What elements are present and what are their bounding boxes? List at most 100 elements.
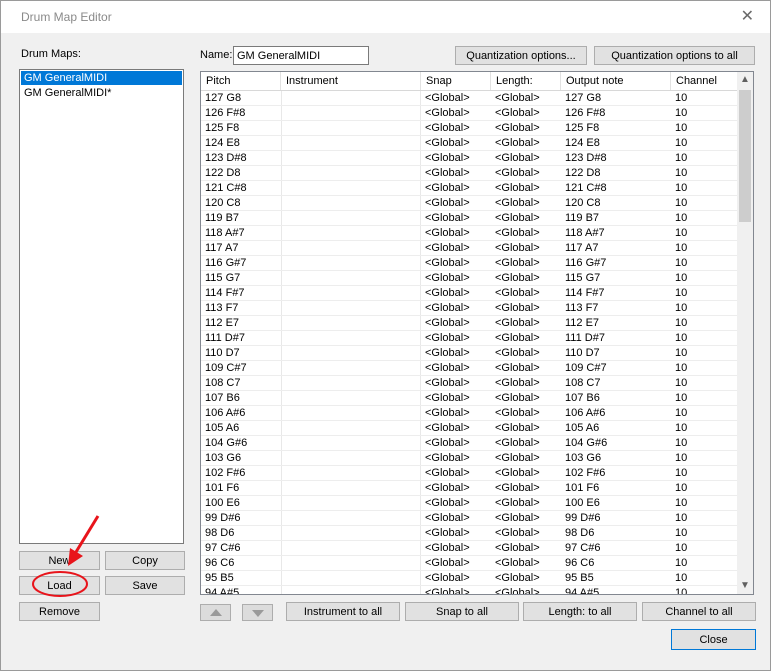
cell-instrument[interactable] bbox=[281, 196, 421, 210]
cell-instrument[interactable] bbox=[281, 331, 421, 345]
cell-instrument[interactable] bbox=[281, 556, 421, 570]
table-row[interactable]: 124 E8 <Global> <Global> 124 E8 10 bbox=[201, 136, 737, 151]
cell-pitch[interactable]: 94 A#5 bbox=[201, 586, 281, 594]
cell-pitch[interactable]: 124 E8 bbox=[201, 136, 281, 150]
cell-snap[interactable]: <Global> bbox=[421, 241, 491, 255]
cell-output-note[interactable]: 117 A7 bbox=[561, 241, 671, 255]
cell-length[interactable]: <Global> bbox=[491, 481, 561, 495]
table-row[interactable]: 123 D#8 <Global> <Global> 123 D#8 10 bbox=[201, 151, 737, 166]
cell-pitch[interactable]: 108 C7 bbox=[201, 376, 281, 390]
cell-channel[interactable]: 10 bbox=[671, 181, 737, 195]
cell-pitch[interactable]: 113 F7 bbox=[201, 301, 281, 315]
cell-length[interactable]: <Global> bbox=[491, 166, 561, 180]
table-row[interactable]: 121 C#8 <Global> <Global> 121 C#8 10 bbox=[201, 181, 737, 196]
cell-snap[interactable]: <Global> bbox=[421, 376, 491, 390]
cell-pitch[interactable]: 111 D#7 bbox=[201, 331, 281, 345]
cell-channel[interactable]: 10 bbox=[671, 481, 737, 495]
cell-output-note[interactable]: 118 A#7 bbox=[561, 226, 671, 240]
table-row[interactable]: 127 G8 <Global> <Global> 127 G8 10 bbox=[201, 91, 737, 106]
cell-snap[interactable]: <Global> bbox=[421, 421, 491, 435]
cell-output-note[interactable]: 123 D#8 bbox=[561, 151, 671, 165]
cell-snap[interactable]: <Global> bbox=[421, 106, 491, 120]
cell-length[interactable]: <Global> bbox=[491, 286, 561, 300]
cell-instrument[interactable] bbox=[281, 301, 421, 315]
cell-length[interactable]: <Global> bbox=[491, 271, 561, 285]
cell-snap[interactable]: <Global> bbox=[421, 196, 491, 210]
cell-snap[interactable]: <Global> bbox=[421, 406, 491, 420]
cell-snap[interactable]: <Global> bbox=[421, 166, 491, 180]
move-up-button[interactable] bbox=[200, 604, 231, 621]
cell-length[interactable]: <Global> bbox=[491, 136, 561, 150]
cell-output-note[interactable]: 115 G7 bbox=[561, 271, 671, 285]
cell-channel[interactable]: 10 bbox=[671, 376, 737, 390]
cell-pitch[interactable]: 110 D7 bbox=[201, 346, 281, 360]
cell-length[interactable]: <Global> bbox=[491, 436, 561, 450]
cell-length[interactable]: <Global> bbox=[491, 211, 561, 225]
cell-snap[interactable]: <Global> bbox=[421, 556, 491, 570]
cell-snap[interactable]: <Global> bbox=[421, 226, 491, 240]
cell-length[interactable]: <Global> bbox=[491, 571, 561, 585]
cell-output-note[interactable]: 99 D#6 bbox=[561, 511, 671, 525]
column-header-output-note[interactable]: Output note bbox=[561, 72, 671, 90]
cell-length[interactable]: <Global> bbox=[491, 316, 561, 330]
cell-output-note[interactable]: 104 G#6 bbox=[561, 436, 671, 450]
cell-output-note[interactable]: 114 F#7 bbox=[561, 286, 671, 300]
cell-pitch[interactable]: 109 C#7 bbox=[201, 361, 281, 375]
cell-instrument[interactable] bbox=[281, 406, 421, 420]
cell-pitch[interactable]: 104 G#6 bbox=[201, 436, 281, 450]
cell-pitch[interactable]: 123 D#8 bbox=[201, 151, 281, 165]
name-input[interactable] bbox=[233, 46, 369, 65]
cell-snap[interactable]: <Global> bbox=[421, 586, 491, 594]
cell-pitch[interactable]: 107 B6 bbox=[201, 391, 281, 405]
table-row[interactable]: 113 F7 <Global> <Global> 113 F7 10 bbox=[201, 301, 737, 316]
cell-channel[interactable]: 10 bbox=[671, 256, 737, 270]
instrument-to-all-button[interactable]: Instrument to all bbox=[286, 602, 400, 621]
cell-snap[interactable]: <Global> bbox=[421, 301, 491, 315]
table-row[interactable]: 103 G6 <Global> <Global> 103 G6 10 bbox=[201, 451, 737, 466]
cell-snap[interactable]: <Global> bbox=[421, 136, 491, 150]
cell-snap[interactable]: <Global> bbox=[421, 511, 491, 525]
table-row[interactable]: 96 C6 <Global> <Global> 96 C6 10 bbox=[201, 556, 737, 571]
cell-channel[interactable]: 10 bbox=[671, 121, 737, 135]
cell-instrument[interactable] bbox=[281, 496, 421, 510]
cell-length[interactable]: <Global> bbox=[491, 121, 561, 135]
vertical-scrollbar[interactable]: ▲ ▼ bbox=[737, 72, 753, 594]
cell-length[interactable]: <Global> bbox=[491, 556, 561, 570]
cell-length[interactable]: <Global> bbox=[491, 541, 561, 555]
close-button[interactable]: Close bbox=[671, 629, 756, 650]
cell-channel[interactable]: 10 bbox=[671, 586, 737, 594]
cell-output-note[interactable]: 110 D7 bbox=[561, 346, 671, 360]
table-row[interactable]: 108 C7 <Global> <Global> 108 C7 10 bbox=[201, 376, 737, 391]
cell-length[interactable]: <Global> bbox=[491, 391, 561, 405]
cell-pitch[interactable]: 116 G#7 bbox=[201, 256, 281, 270]
cell-length[interactable]: <Global> bbox=[491, 421, 561, 435]
cell-output-note[interactable]: 126 F#8 bbox=[561, 106, 671, 120]
cell-instrument[interactable] bbox=[281, 511, 421, 525]
cell-instrument[interactable] bbox=[281, 421, 421, 435]
cell-channel[interactable]: 10 bbox=[671, 166, 737, 180]
cell-channel[interactable]: 10 bbox=[671, 436, 737, 450]
cell-instrument[interactable] bbox=[281, 91, 421, 105]
table-row[interactable]: 118 A#7 <Global> <Global> 118 A#7 10 bbox=[201, 226, 737, 241]
table-row[interactable]: 120 C8 <Global> <Global> 120 C8 10 bbox=[201, 196, 737, 211]
table-row[interactable]: 114 F#7 <Global> <Global> 114 F#7 10 bbox=[201, 286, 737, 301]
copy-button[interactable]: Copy bbox=[105, 551, 185, 570]
cell-snap[interactable]: <Global> bbox=[421, 391, 491, 405]
cell-length[interactable]: <Global> bbox=[491, 526, 561, 540]
cell-output-note[interactable]: 116 G#7 bbox=[561, 256, 671, 270]
cell-length[interactable]: <Global> bbox=[491, 361, 561, 375]
cell-length[interactable]: <Global> bbox=[491, 256, 561, 270]
cell-instrument[interactable] bbox=[281, 481, 421, 495]
column-header-pitch[interactable]: Pitch bbox=[201, 72, 281, 90]
drum-map-item[interactable]: GM GeneralMIDI* bbox=[21, 86, 182, 100]
cell-pitch[interactable]: 117 A7 bbox=[201, 241, 281, 255]
cell-pitch[interactable]: 102 F#6 bbox=[201, 466, 281, 480]
cell-instrument[interactable] bbox=[281, 256, 421, 270]
cell-channel[interactable]: 10 bbox=[671, 466, 737, 480]
cell-instrument[interactable] bbox=[281, 211, 421, 225]
cell-channel[interactable]: 10 bbox=[671, 331, 737, 345]
column-header-length[interactable]: Length: bbox=[491, 72, 561, 90]
new-button[interactable]: New bbox=[19, 551, 100, 570]
cell-length[interactable]: <Global> bbox=[491, 451, 561, 465]
cell-output-note[interactable]: 121 C#8 bbox=[561, 181, 671, 195]
